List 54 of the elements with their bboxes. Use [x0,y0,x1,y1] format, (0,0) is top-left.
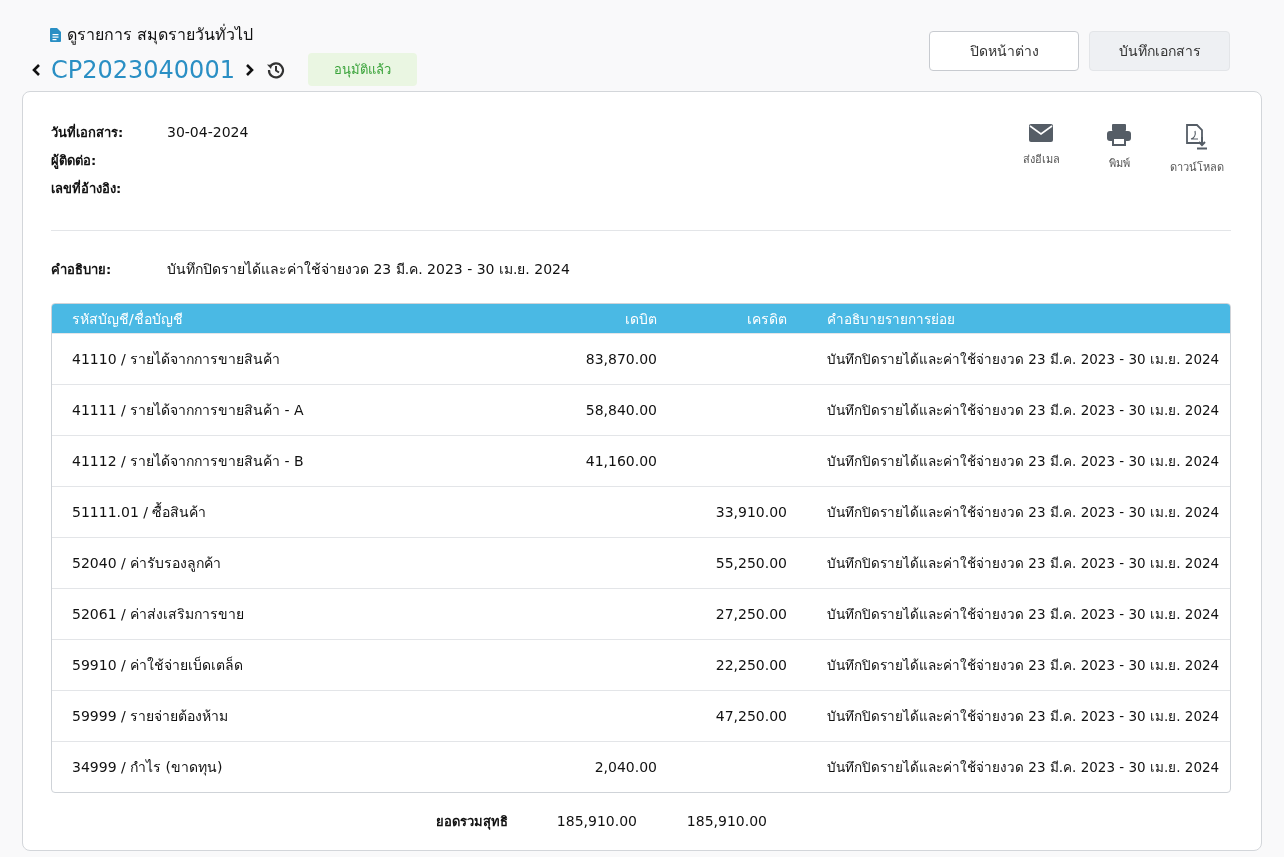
table-cell-text: 41111 / รายได้จากการขายสินค้า - A [71,401,305,420]
field-label: วันที่เอกสาร: [51,122,125,142]
table-cell: 41,160.00 [585,453,657,469]
document-number: CP2023040001 [51,55,235,84]
table-cell-text: 59910 / ค่าใช้จ่ายเบ็ดเตล็ด [71,655,245,675]
table-cell-text: 41112 / รายได้จากการขายสินค้า - B [71,452,305,471]
page-title: ดูรายการ สมุดรายวันทั่วไป [67,23,254,47]
table-cell: 83,870.00 [585,351,657,367]
table-cell: 27,250.00 [715,606,787,622]
action-label[interactable]: ส่งอีเมล [1022,150,1060,168]
table-cell-text: บันทึกปิดรายได้และค่าใช้จ่ายงวด 23 มี.ค. 2023 - 30 เม.ย. 2024 [826,452,1221,471]
field-value: 30-04-2024 [167,124,249,140]
table-cell: 22,250.00 [715,657,787,673]
table-cell-text: 41110 / รายได้จากการขายสินค้า [71,350,282,369]
table-cell-text: 59999 / รายจ่ายต้องห้าม [71,707,230,726]
field-label: คำอธิบาย: [51,260,113,279]
table-cell-text: บันทึกปิดรายได้และค่าใช้จ่ายงวด 23 มี.ค. 2023 - 30 เม.ย. 2024 [826,758,1221,777]
close-button[interactable]: ปิดหน้าต่าง [929,31,1079,71]
save-button[interactable]: บันทึกเอกสาร [1089,31,1230,71]
table-cell: 58,840.00 [585,402,657,418]
field-label: เลขที่อ้างอิง: [51,178,123,198]
file-download-icon[interactable] [1186,124,1208,150]
history-icon[interactable] [265,59,286,80]
table-cell-text: บันทึกปิดรายได้และค่าใช้จ่ายงวด 23 มี.ค. 2023 - 30 เม.ย. 2024 [826,707,1221,726]
table-cell-text: บันทึกปิดรายได้และค่าใช้จ่ายงวด 23 มี.ค. 2023 - 30 เม.ย. 2024 [826,503,1221,522]
column-header: เครดิต [746,309,787,329]
total-label: ยอดรวมสุทธิ [435,812,508,832]
printer-icon[interactable] [1107,124,1131,146]
status-badge: อนุมัติแล้ว [307,53,417,86]
table-cell-text: 52061 / ค่าส่งเสริมการขาย [71,605,246,624]
table-cell-text: 51111.01 / ซื้อสินค้า [71,501,208,522]
table-cell: 2,040.00 [594,759,657,775]
envelope-icon[interactable] [1029,124,1053,142]
table-cell-text: บันทึกปิดรายได้และค่าใช้จ่ายงวด 23 มี.ค. 2023 - 30 เม.ย. 2024 [826,401,1221,420]
field-value: บันทึกปิดรายได้และค่าใช้จ่ายงวด 23 มี.ค. 2023 - 30 เม.ย. 2024 [167,260,570,279]
table-cell-text: บันทึกปิดรายได้และค่าใช้จ่ายงวด 23 มี.ค. 2023 - 30 เม.ย. 2024 [826,350,1221,369]
document-icon [50,27,61,42]
table-cell-text: บันทึกปิดรายได้และค่าใช้จ่ายงวด 23 มี.ค. 2023 - 30 เม.ย. 2024 [826,554,1221,573]
table-cell: 47,250.00 [715,708,787,724]
previous-icon[interactable] [30,63,43,76]
total-credit: 185,910.00 [685,813,767,829]
table-cell: 33,910.00 [715,504,787,520]
table-cell: 55,250.00 [715,555,787,571]
action-label[interactable]: พิมพ์ [1108,154,1130,172]
column-header: เดบิต [624,309,657,329]
column-header: คำอธิบายรายการย่อย [826,309,956,329]
total-debit: 185,910.00 [555,813,637,829]
field-label: ผู้ติดต่อ: [51,151,98,171]
table-cell-text: 52040 / ค่ารับรองลูกค้า [71,554,223,574]
table-cell-text: 34999 / กำไร (ขาดทุน) [71,758,224,778]
table-cell-text: บันทึกปิดรายได้และค่าใช้จ่ายงวด 23 มี.ค. 2023 - 30 เม.ย. 2024 [826,656,1221,675]
action-label[interactable]: ดาวน์โหลด [1170,158,1224,176]
column-header: รหัสบัญชี/ชื่อบัญชี [71,309,184,329]
table-cell-text: บันทึกปิดรายได้และค่าใช้จ่ายงวด 23 มี.ค. 2023 - 30 เม.ย. 2024 [826,605,1221,624]
